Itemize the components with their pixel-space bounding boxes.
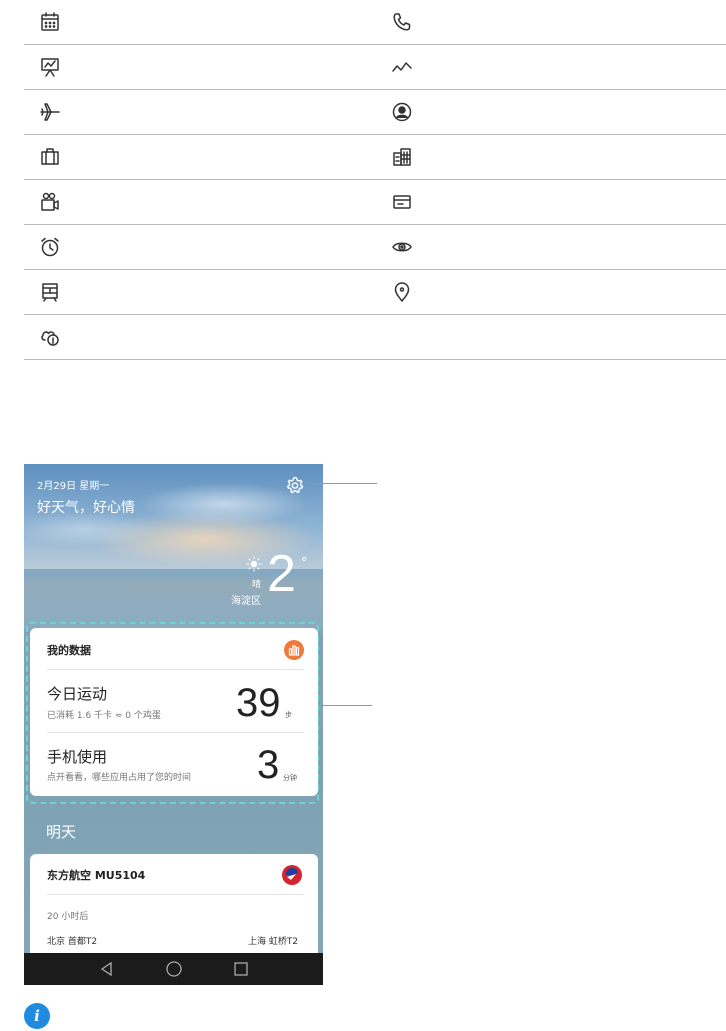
luggage-icon bbox=[39, 135, 61, 179]
card-icon bbox=[391, 180, 413, 224]
icon-row bbox=[24, 45, 726, 90]
trend-icon bbox=[391, 45, 413, 89]
phone-usage-subtitle: 点开看看，哪些应用占用了您的时间 bbox=[47, 773, 192, 783]
phone-icon bbox=[391, 0, 413, 44]
steps-unit: 步 bbox=[285, 711, 292, 719]
info-icon: i bbox=[24, 1003, 50, 1029]
phone-screen: 2月29日 星期一 好天气，好心情 晴 海淀区 2 ° 我的数据 今日运动 已消… bbox=[24, 464, 323, 985]
gear-icon bbox=[286, 476, 304, 494]
flight-departure: 北京 首都T2 bbox=[47, 937, 98, 947]
flight-title: 东方航空 MU5104 bbox=[47, 869, 146, 882]
tomorrow-label: 明天 bbox=[46, 823, 77, 841]
flight-arrival: 上海 虹桥T2 bbox=[248, 937, 299, 947]
flight-eta: 20 小时后 bbox=[47, 912, 89, 922]
greeting: 好天气，好心情 bbox=[37, 500, 135, 516]
recents-icon bbox=[234, 962, 248, 976]
weather-alert-icon bbox=[39, 315, 61, 359]
cards-callout-line bbox=[320, 705, 372, 706]
settings-callout-line bbox=[306, 483, 377, 484]
train-icon bbox=[39, 270, 61, 314]
steps-value: 39 bbox=[236, 681, 281, 725]
exercise-subtitle: 已消耗 1.6 千卡 ≈ 0 个鸡蛋 bbox=[47, 711, 161, 721]
temperature: 2 bbox=[267, 545, 296, 603]
location-icon bbox=[391, 270, 413, 314]
icon-row bbox=[24, 225, 726, 270]
home-button[interactable] bbox=[165, 960, 183, 978]
recents-button[interactable] bbox=[232, 960, 250, 978]
my-data-title: 我的数据 bbox=[47, 644, 91, 657]
contact-icon bbox=[391, 90, 413, 134]
back-icon bbox=[100, 961, 112, 977]
phone-usage-title: 手机使用 bbox=[47, 748, 108, 766]
back-button[interactable] bbox=[98, 960, 116, 978]
degree-symbol: ° bbox=[301, 556, 308, 571]
alarm-icon bbox=[39, 225, 61, 269]
icon-row bbox=[24, 315, 726, 360]
home-icon bbox=[166, 961, 182, 977]
movie-icon bbox=[39, 180, 61, 224]
navigation-bar bbox=[24, 953, 323, 985]
bar-chart-icon[interactable] bbox=[284, 640, 304, 660]
calendar-icon bbox=[39, 0, 61, 44]
eye-icon bbox=[391, 225, 413, 269]
my-data-card[interactable]: 我的数据 今日运动 已消耗 1.6 千卡 ≈ 0 个鸡蛋 39 步 手机使用 点… bbox=[30, 628, 318, 796]
weather-location: 海淀区 bbox=[231, 596, 261, 607]
settings-button[interactable] bbox=[285, 475, 305, 495]
icon-row bbox=[24, 270, 726, 315]
usage-value: 3 bbox=[257, 743, 280, 787]
flight-card[interactable]: 东方航空 MU5104 20 小时后 北京 首都T2 上海 虹桥T2 bbox=[30, 854, 318, 964]
icon-table bbox=[24, 0, 726, 360]
weather-condition: 晴 bbox=[252, 580, 262, 590]
hotel-icon bbox=[391, 135, 413, 179]
presentation-icon bbox=[39, 45, 61, 89]
icon-row bbox=[24, 135, 726, 180]
icon-row bbox=[24, 90, 726, 135]
icon-row bbox=[24, 0, 726, 45]
date-label: 2月29日 星期一 bbox=[37, 481, 110, 492]
sunny-icon bbox=[246, 556, 262, 572]
icon-row bbox=[24, 180, 726, 225]
usage-unit: 分钟 bbox=[283, 774, 297, 782]
exercise-title: 今日运动 bbox=[47, 685, 108, 703]
airline-logo bbox=[282, 865, 302, 885]
airplane-icon bbox=[39, 90, 61, 134]
